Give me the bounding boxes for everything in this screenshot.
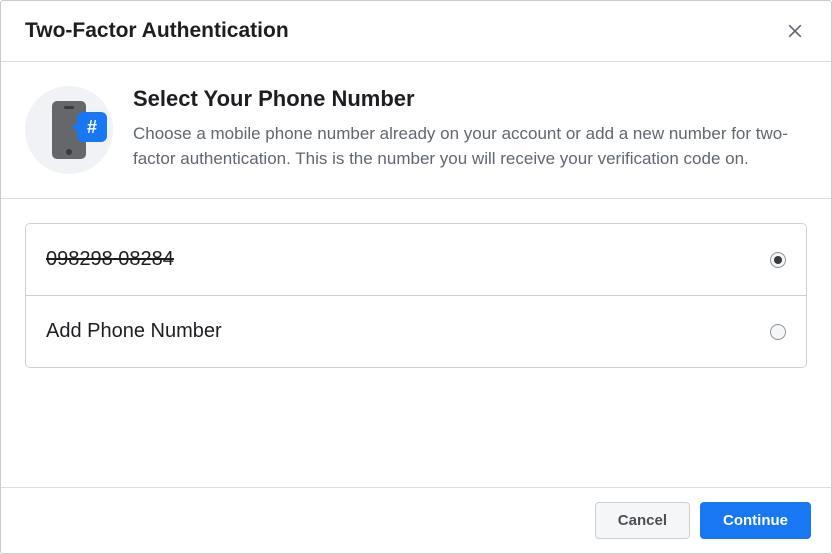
options-box: 098298 08284 Add Phone Number <box>25 223 807 368</box>
dialog-title: Two-Factor Authentication <box>25 19 289 43</box>
phone-options: 098298 08284 Add Phone Number <box>1 199 831 392</box>
phone-illustration: # <box>25 86 113 174</box>
continue-button[interactable]: Continue <box>700 502 811 539</box>
two-factor-dialog: Two-Factor Authentication # Select Your … <box>0 0 832 554</box>
intro-text: Select Your Phone Number Choose a mobile… <box>133 86 807 174</box>
intro-title: Select Your Phone Number <box>133 86 807 112</box>
radio-selected-icon <box>770 252 786 268</box>
dialog-footer: Cancel Continue <box>1 487 831 553</box>
radio-unselected-icon <box>770 324 786 340</box>
option-label: Add Phone Number <box>46 320 222 343</box>
option-label: 098298 08284 <box>46 248 174 271</box>
phone-option-existing[interactable]: 098298 08284 <box>26 224 806 295</box>
intro-description: Choose a mobile phone number already on … <box>133 122 807 171</box>
close-icon <box>785 21 805 41</box>
phone-option-add[interactable]: Add Phone Number <box>26 295 806 367</box>
dialog-header: Two-Factor Authentication <box>1 1 831 62</box>
dialog-content: # Select Your Phone Number Choose a mobi… <box>1 62 831 487</box>
hash-badge-icon: # <box>77 112 107 142</box>
cancel-button[interactable]: Cancel <box>595 502 690 539</box>
close-button[interactable] <box>783 19 807 43</box>
intro-section: # Select Your Phone Number Choose a mobi… <box>1 62 831 199</box>
